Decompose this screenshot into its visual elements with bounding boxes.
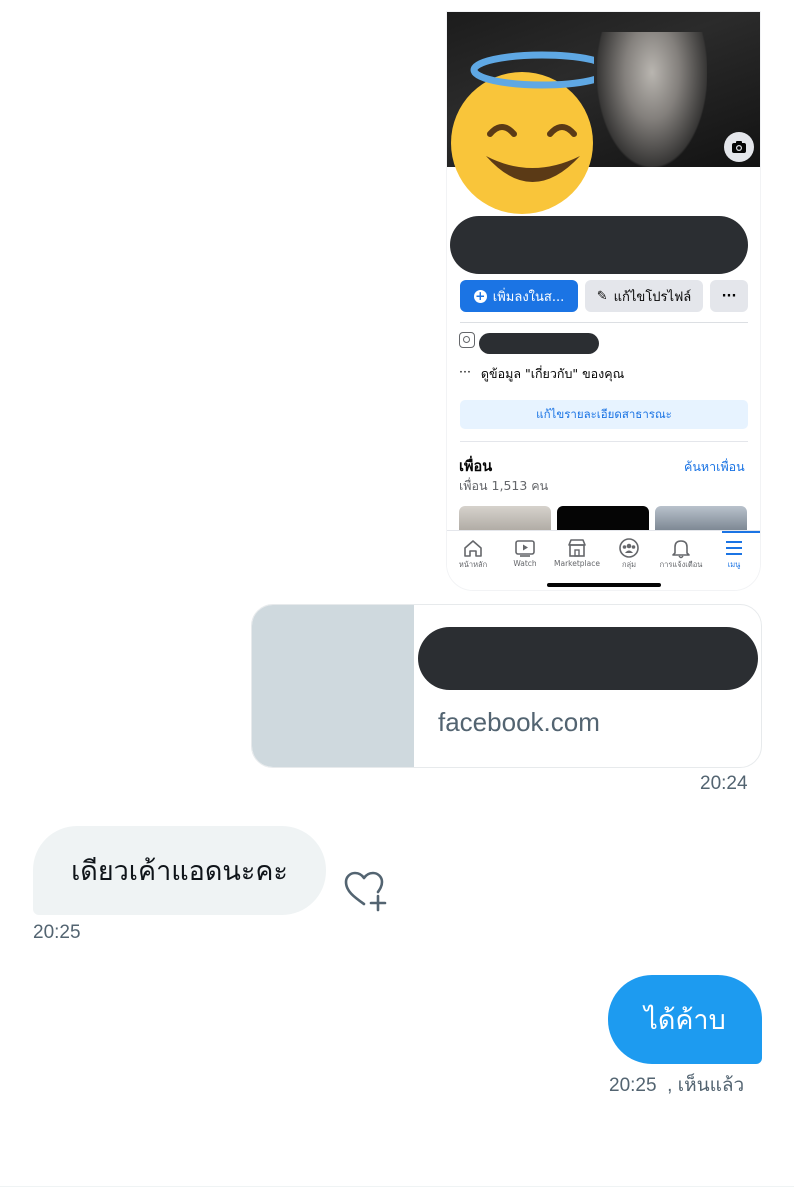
cover-figure xyxy=(597,32,707,167)
marketplace-icon xyxy=(568,539,586,557)
link-domain: facebook.com xyxy=(438,707,600,737)
camera-icon xyxy=(724,132,754,162)
instagram-icon xyxy=(459,332,475,348)
friends-count: เพื่อน 1,513 คน xyxy=(459,478,549,493)
received-message-bubble[interactable]: เดียวเค้าแอดนะคะ xyxy=(33,826,326,915)
message-status: 20:25 , เห็นแล้ว xyxy=(609,1075,745,1096)
menu-icon xyxy=(726,541,742,555)
link-title-redaction xyxy=(418,627,758,690)
bottom-tab-bar: หน้าหลัก Watch Marketplace กลุ่ม การแจ้ง… xyxy=(447,530,760,590)
groups-icon xyxy=(619,538,639,558)
pencil-icon: ✎ xyxy=(596,288,608,304)
tab-marketplace[interactable]: Marketplace xyxy=(551,537,603,568)
about-row[interactable]: ··· ดูข้อมูล "เกี่ยวกับ" ของคุณ xyxy=(459,364,624,384)
tab-menu[interactable]: เมนู xyxy=(708,537,760,571)
divider xyxy=(0,1186,794,1187)
tab-home[interactable]: หน้าหลัก xyxy=(447,537,499,571)
tab-groups[interactable]: กลุ่ม xyxy=(603,537,655,571)
divider xyxy=(460,322,748,323)
find-friends-link[interactable]: ค้นหาเพื่อน xyxy=(684,457,745,477)
home-indicator xyxy=(547,583,661,587)
name-redaction xyxy=(450,216,748,274)
instagram-redaction xyxy=(479,333,599,354)
shared-screenshot[interactable]: + เพิ่มลงในส... ✎ แก้ไขโปรไฟล์ ··· ··· ด… xyxy=(447,12,760,590)
message-timestamp: 20:24 xyxy=(700,773,748,794)
divider xyxy=(460,441,748,442)
sent-message-bubble[interactable]: ได้ค้าบ xyxy=(608,975,762,1064)
link-thumbnail xyxy=(252,605,414,767)
tab-notifications[interactable]: การแจ้งเตือน xyxy=(655,537,707,571)
active-tab-indicator xyxy=(722,531,760,533)
bell-icon xyxy=(672,540,690,559)
more-button[interactable]: ··· xyxy=(710,280,748,312)
heart-plus-icon[interactable] xyxy=(342,868,388,914)
plus-circle-icon: + xyxy=(473,288,487,303)
add-story-button[interactable]: + เพิ่มลงในส... xyxy=(460,280,578,312)
smiling-face-with-halo-icon xyxy=(451,51,594,214)
edit-profile-button[interactable]: ✎ แก้ไขโปรไฟล์ xyxy=(585,280,703,312)
message-text: เดียวเค้าแอดนะคะ xyxy=(71,856,288,887)
tab-watch[interactable]: Watch xyxy=(499,537,551,568)
link-preview-card[interactable]: facebook.com xyxy=(251,604,762,768)
friends-title: เพื่อน xyxy=(459,459,493,475)
home-icon xyxy=(464,540,482,557)
about-text: ดูข้อมูล "เกี่ยวกับ" ของคุณ xyxy=(480,366,625,381)
ellipsis-icon: ··· xyxy=(459,364,471,379)
edit-public-details-button[interactable]: แก้ไขรายละเอียดสาธารณะ xyxy=(460,400,748,429)
message-timestamp: 20:25 xyxy=(33,922,81,943)
message-text: ได้ค้าบ xyxy=(644,1005,726,1036)
watch-icon xyxy=(515,540,535,557)
